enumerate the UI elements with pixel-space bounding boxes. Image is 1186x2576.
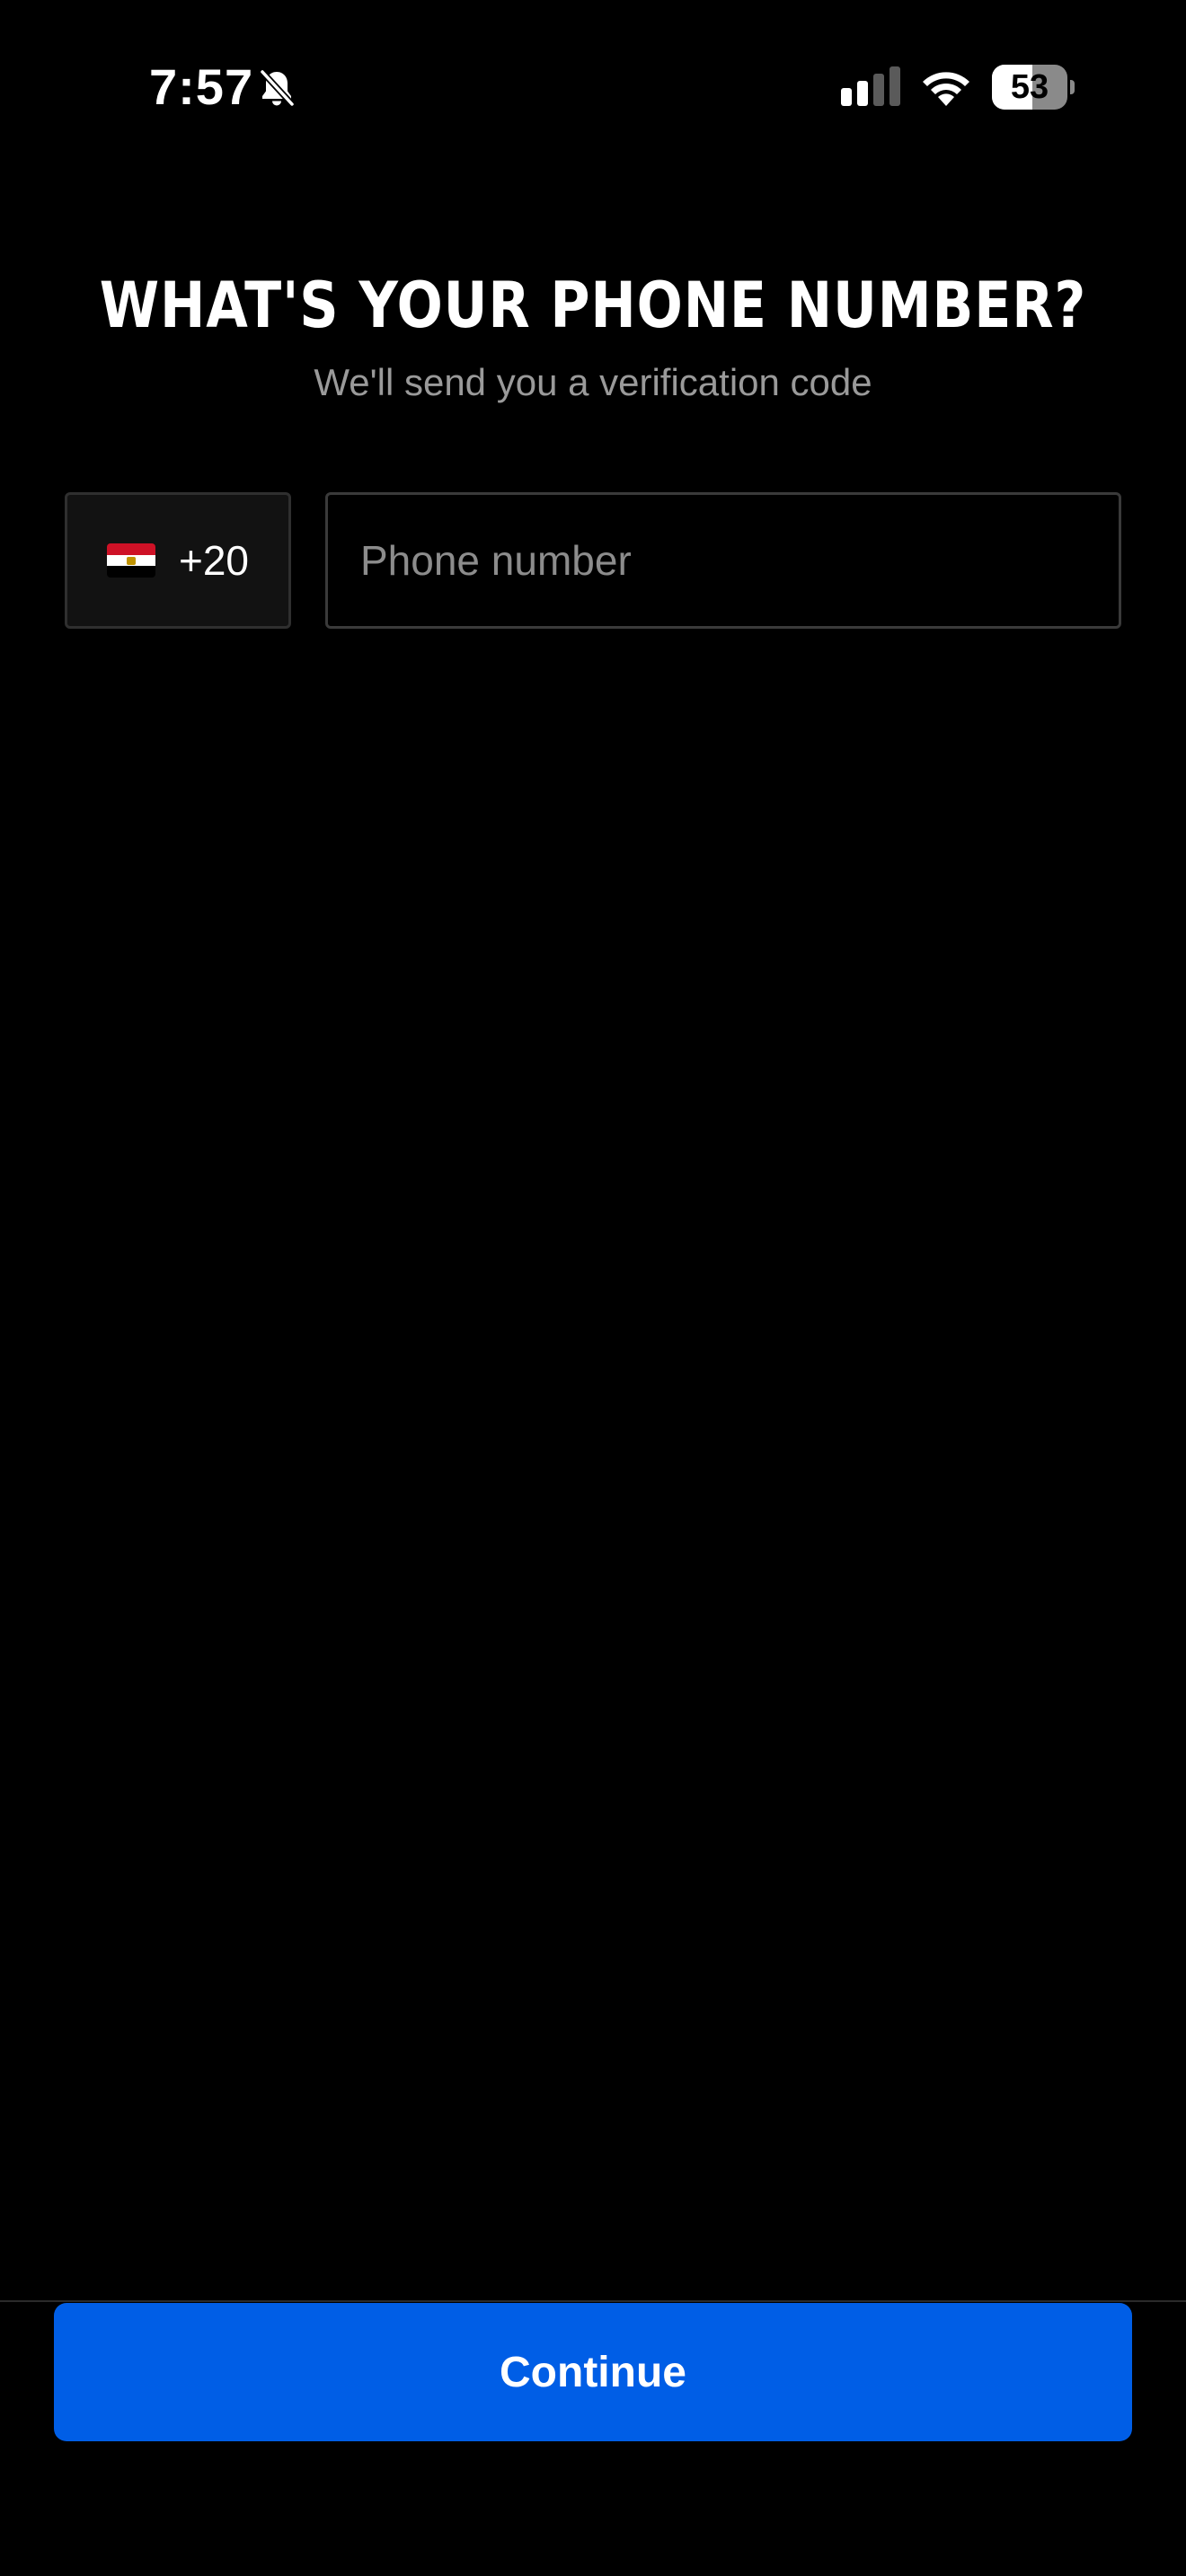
phone-number-input[interactable]	[325, 492, 1121, 629]
cellular-signal-icon	[841, 66, 900, 106]
country-code-label: +20	[178, 537, 250, 584]
bottom-divider	[0, 2300, 1186, 2302]
status-time: 7:57	[149, 58, 254, 115]
battery-icon: 53	[992, 65, 1075, 110]
page-title: WHAT'S YOUR PHONE NUMBER?	[99, 269, 1087, 342]
status-bar: 7:57 53	[0, 0, 1186, 171]
page-subtitle: We'll send you a verification code	[314, 361, 872, 403]
continue-button[interactable]: Continue	[54, 2303, 1132, 2441]
bell-slash-icon	[260, 69, 295, 107]
egypt-flag-icon	[106, 543, 155, 578]
wifi-icon	[923, 72, 969, 106]
country-code-selector[interactable]: +20	[65, 492, 291, 629]
battery-level: 53	[1010, 68, 1049, 106]
